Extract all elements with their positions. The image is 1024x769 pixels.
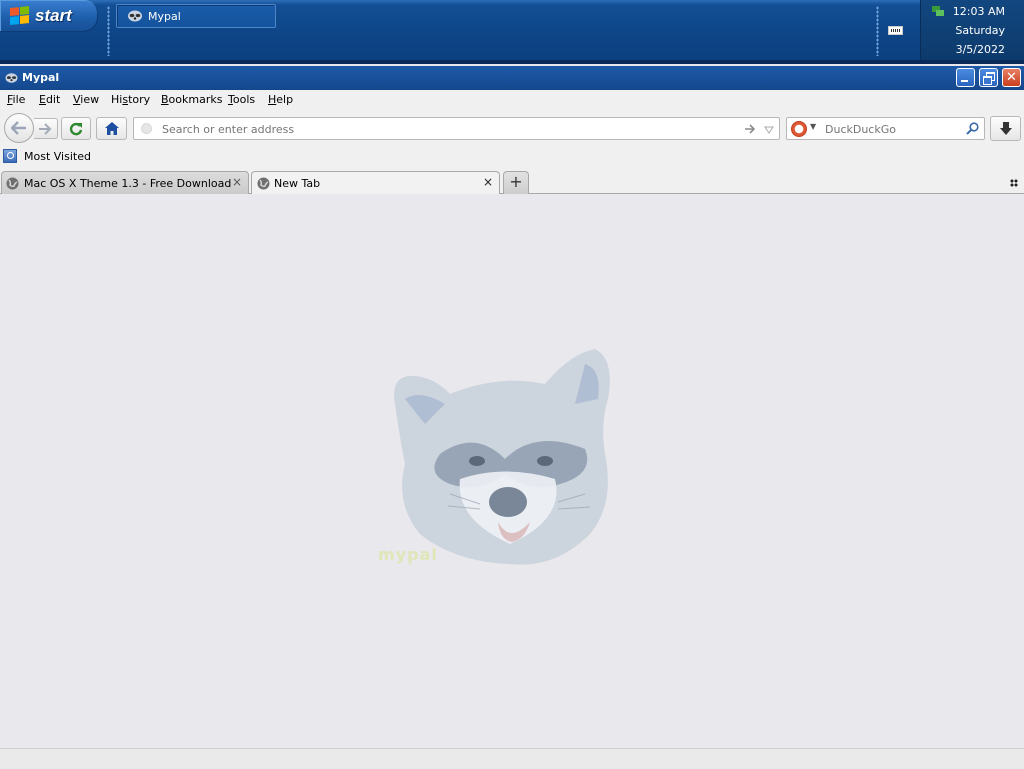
system-tray: 12:03 AM Saturday 3/5/2022 — [920, 0, 1024, 60]
home-button[interactable] — [96, 117, 127, 140]
taskbar-divider — [0, 60, 1024, 64]
tab-groups-icon[interactable] — [1010, 179, 1018, 187]
tab-label: New Tab — [274, 177, 321, 190]
menu-view[interactable]: View — [73, 93, 99, 106]
home-icon — [105, 122, 119, 135]
window-titlebar[interactable]: Mypal ✕ — [0, 66, 1024, 90]
status-bar — [0, 748, 1024, 769]
back-button[interactable] — [4, 113, 34, 143]
start-label: start — [35, 6, 72, 25]
mypal-raccoon-logo — [394, 349, 610, 565]
site-identity-icon[interactable] — [141, 123, 152, 134]
search-bar[interactable]: ▼ — [786, 117, 985, 140]
mypal-raccoon-icon — [5, 73, 18, 83]
globe-icon — [257, 177, 270, 190]
navigation-toolbar: ▼ — [0, 111, 1024, 146]
menu-bookmarks[interactable]: Bookmarks — [161, 93, 222, 106]
reload-icon — [69, 122, 83, 136]
menu-history[interactable]: History — [111, 93, 150, 106]
tab-new-tab[interactable]: New Tab × — [251, 171, 500, 194]
bookmark-label: Most Visited — [24, 149, 91, 163]
clock-time[interactable]: 12:03 AM — [921, 5, 1024, 18]
windows-flag-icon — [10, 6, 30, 26]
menu-bar: File Edit View History Bookmarks Tools H… — [0, 90, 1024, 111]
close-button[interactable]: ✕ — [1002, 68, 1021, 87]
quicklaunch-grip[interactable] — [107, 6, 110, 56]
clock-day[interactable]: Saturday — [921, 24, 1024, 37]
mypal-raccoon-icon — [128, 10, 142, 22]
reload-button[interactable] — [61, 117, 91, 140]
tab-strip: Mac OS X Theme 1.3 - Free Download × New… — [0, 169, 1024, 194]
tab-close-icon[interactable]: × — [483, 175, 493, 189]
window-title: Mypal — [22, 71, 60, 84]
globe-icon — [6, 177, 19, 190]
forward-button[interactable] — [34, 118, 58, 139]
new-tab-page: mypal — [0, 194, 1024, 748]
duckduckgo-icon[interactable] — [791, 121, 807, 137]
restore-button[interactable] — [979, 68, 998, 87]
clock-date[interactable]: 3/5/2022 — [921, 43, 1024, 56]
taskbar-button-label: Mypal — [148, 9, 181, 23]
menu-tools[interactable]: Tools — [228, 93, 255, 106]
bookmark-most-visited[interactable]: Most Visited — [3, 149, 91, 163]
url-input[interactable] — [160, 122, 734, 137]
new-tab-button[interactable]: + — [503, 171, 529, 194]
back-arrow-icon — [11, 121, 26, 135]
minimize-icon — [961, 80, 968, 82]
start-button[interactable]: start — [0, 0, 98, 32]
taskbar-button-mypal[interactable]: Mypal — [116, 4, 276, 28]
tray-grip[interactable] — [876, 6, 879, 56]
search-icon[interactable] — [966, 122, 979, 135]
mypal-logo-text: mypal — [378, 545, 438, 564]
search-input[interactable] — [823, 122, 967, 137]
keyboard-icon[interactable] — [888, 26, 903, 35]
menu-file[interactable]: File — [7, 93, 25, 106]
smart-folder-icon — [3, 149, 17, 163]
plus-icon: + — [509, 172, 523, 191]
tab-label: Mac OS X Theme 1.3 - Free Download — [24, 177, 232, 190]
downloads-button[interactable] — [990, 116, 1021, 141]
close-icon: ✕ — [1006, 70, 1017, 85]
go-arrow-icon[interactable] — [744, 124, 756, 134]
forward-arrow-icon — [39, 123, 52, 135]
tab-close-icon[interactable]: × — [232, 175, 242, 189]
engine-dropdown-icon[interactable]: ▼ — [810, 122, 816, 131]
menu-help[interactable]: Help — [268, 93, 293, 106]
url-dropdown-icon[interactable] — [764, 126, 774, 134]
download-arrow-icon — [1000, 122, 1012, 135]
tab-mac-os-x-theme[interactable]: Mac OS X Theme 1.3 - Free Download × — [1, 171, 249, 194]
menu-edit[interactable]: Edit — [39, 93, 60, 106]
taskbar: start Mypal 12:03 AM Saturday 3/5/2022 — [0, 0, 1024, 62]
minimize-button[interactable] — [956, 68, 975, 87]
bookmarks-toolbar: Most Visited — [0, 146, 1024, 169]
url-bar[interactable] — [133, 117, 780, 140]
